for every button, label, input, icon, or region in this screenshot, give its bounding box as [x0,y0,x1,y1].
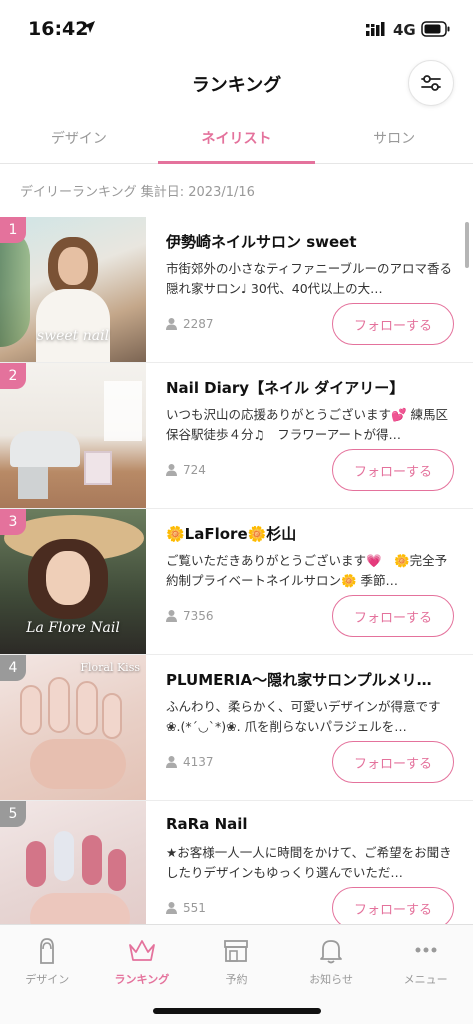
tab-salon[interactable]: サロン [315,118,473,163]
shop-icon [224,940,249,962]
person-icon [166,610,177,622]
nav-label: デザイン [25,973,70,986]
sliders-icon [421,75,441,91]
ranking-list: 1 sweet nail 伊勢崎ネイルサロン sweet 市街郊外の小さなティフ… [0,217,473,947]
follow-button[interactable]: フォローする [332,595,454,637]
rank-badge: 3 [0,509,26,535]
ranking-item[interactable]: 4 Floral Kiss PLUMERIA～隠れ家サロンプルメリ… ふんわり、… [0,655,473,801]
nav-label: ランキング [114,973,170,986]
ranking-item[interactable]: 1 sweet nail 伊勢崎ネイルサロン sweet 市街郊外の小さなティフ… [0,217,473,363]
follower-count: 2287 [166,317,214,331]
page-title: ランキング [191,75,282,96]
nav-label: 予約 [225,973,248,986]
salon-photo[interactable]: 2 [0,363,146,508]
salon-photo[interactable]: 1 sweet nail [0,217,146,362]
photo-caption: La Flore Nail [26,620,120,636]
location-arrow-icon [83,21,95,33]
ranking-date: デイリーランキング 集計日: 2023/1/16 [20,185,255,200]
salon-name[interactable]: PLUMERIA～隠れ家サロンプルメリ… [166,669,456,690]
ranking-item[interactable]: 3 La Flore Nail 🌼LaFlore🌼杉山 ご覧いただきありがとうご… [0,509,473,655]
nav-label: メニュー [403,973,448,986]
nav-menu[interactable]: メニュー [378,925,473,1024]
scrollbar-thumb[interactable] [465,222,469,268]
salon-description: いつも沢山の応援ありがとうございます💕 練馬区保谷駅徒歩４分♫ フラワーアートが… [166,407,449,442]
battery-icon [421,21,450,37]
rank-badge: 5 [0,801,26,827]
person-icon [166,318,177,330]
nav-design[interactable]: デザイン [0,925,95,1024]
status-time: 16:42 [28,18,89,40]
tab-nailist[interactable]: ネイリスト [157,118,316,164]
ranking-tabs: デザイン ネイリスト サロン [0,118,473,164]
salon-description: ふんわり、柔らかく、可愛いデザインが得意です❀.(*´◡`*)❀. 爪を削らない… [166,699,441,734]
follower-count: 551 [166,901,206,915]
salon-description: ★お客様一人一人に時間をかけて、ご希望をお聞きしたりデザインもゆっくり選んでいた… [166,845,452,880]
follow-button[interactable]: フォローする [332,449,454,491]
ranking-item[interactable]: 2 Nail Diary【ネイル ダイアリー】 いつも沢山の応援ありがとうござい… [0,363,473,509]
person-icon [166,756,177,768]
rank-badge: 1 [0,217,26,243]
person-icon [166,464,177,476]
bell-icon [320,940,342,964]
photo-caption: Floral Kiss [80,661,140,674]
rank-badge: 2 [0,363,26,389]
salon-name[interactable]: RaRa Nail [166,815,456,833]
salon-photo[interactable]: 3 La Flore Nail [0,509,146,654]
follow-button[interactable]: フォローする [332,303,454,345]
follower-count-value: 4137 [183,755,214,769]
follow-button[interactable]: フォローする [332,887,454,929]
network-type: 4G [393,21,416,39]
status-bar: 16:42 4G [0,0,473,56]
follower-count: 724 [166,463,206,477]
home-indicator[interactable] [153,1008,321,1014]
salon-description: 市街郊外の小さなティファニーブルーのアロマ香る隠れ家サロン♩ 30代、40代以上… [166,261,453,296]
salon-name[interactable]: 伊勢崎ネイルサロン sweet [166,231,456,252]
more-dots-icon [415,947,437,953]
crown-icon [128,940,155,961]
tab-design[interactable]: デザイン [0,118,158,163]
nail-icon [40,938,55,964]
follower-count-value: 7356 [183,609,214,623]
person-icon [166,902,177,914]
follower-count-value: 724 [183,463,206,477]
rank-badge: 4 [0,655,26,681]
follower-count: 4137 [166,755,214,769]
salon-description: ご覧いただきありがとうございます💗 🌼完全予約制プライベートネイルサロン🌼 季節… [166,553,448,588]
cellular-signal-icon [366,22,385,36]
salon-name[interactable]: 🌼LaFlore🌼杉山 [166,523,456,544]
follow-button[interactable]: フォローする [332,741,454,783]
follower-count-value: 551 [183,901,206,915]
salon-photo[interactable]: 4 Floral Kiss [0,655,146,800]
header: ランキング [0,56,473,112]
follower-count: 7356 [166,609,214,623]
nav-label: お知らせ [309,973,353,986]
filter-button[interactable] [408,60,454,106]
salon-name[interactable]: Nail Diary【ネイル ダイアリー】 [166,377,456,398]
photo-caption: sweet nail [36,328,110,344]
follower-count-value: 2287 [183,317,214,331]
